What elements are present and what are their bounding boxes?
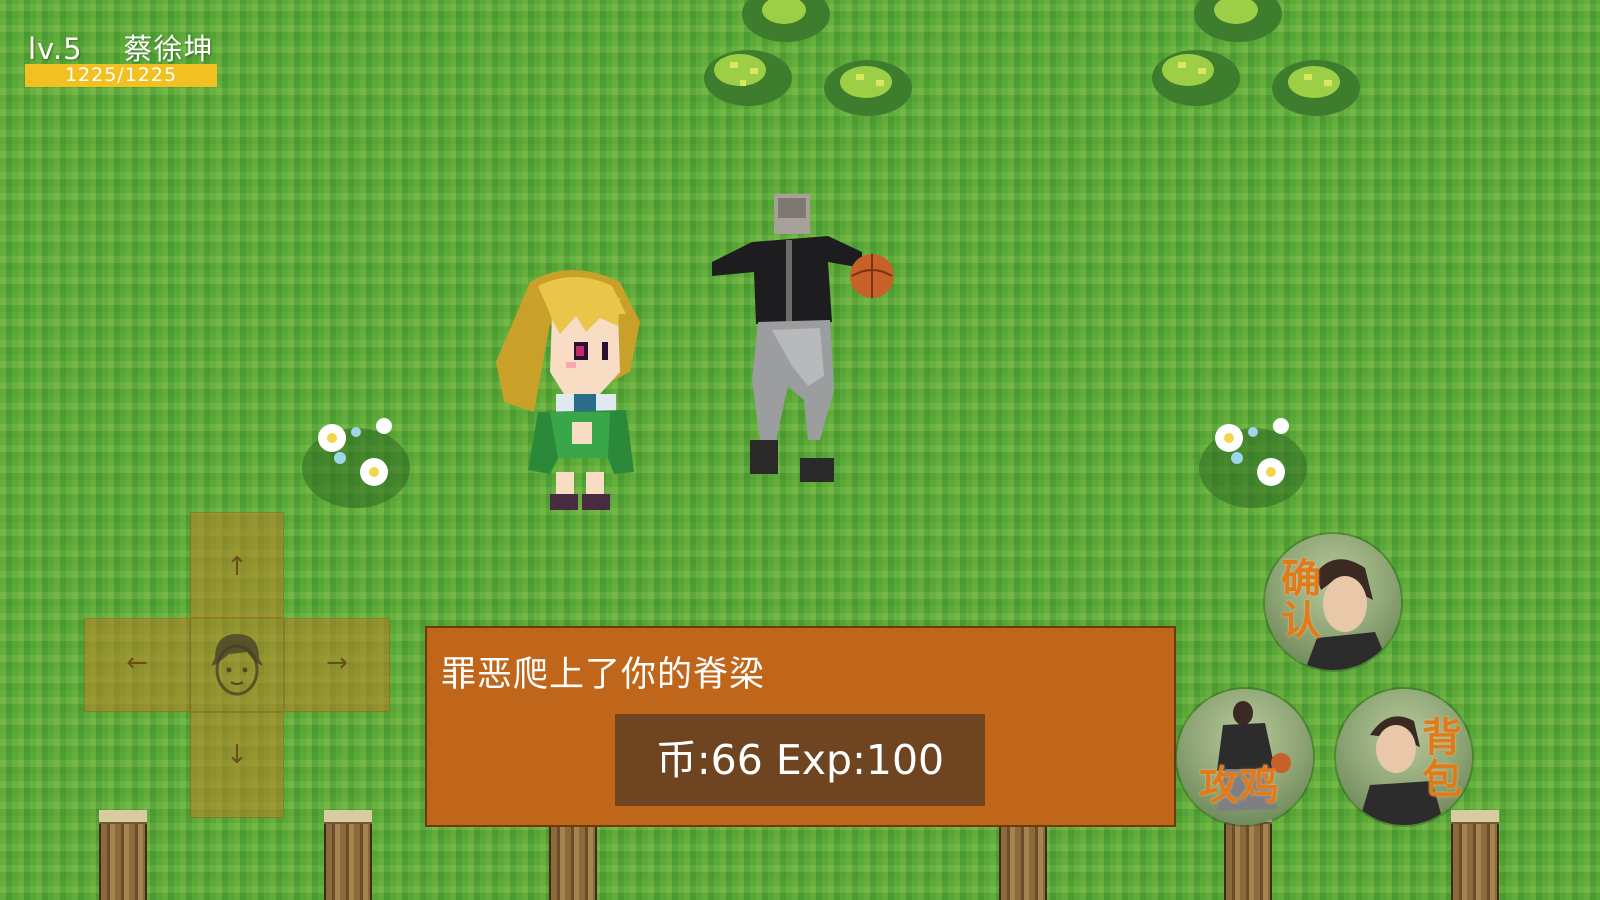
dialog-message: 罪恶爬上了你的脊梁: [441, 655, 766, 695]
bush-sprite: [1194, 0, 1282, 42]
player-name: 蔡徐坤: [123, 32, 214, 66]
reward-panel: 币:66 Exp:100: [615, 714, 985, 806]
bag-label: 背包: [1422, 715, 1462, 803]
hp-text: 1225/1225: [64, 64, 178, 86]
bush-sprite: [1272, 60, 1360, 116]
fence-post: [324, 810, 372, 900]
dpad-up-button[interactable]: ↑: [190, 512, 284, 618]
player-level: lv.5: [28, 32, 83, 66]
bush-sprite: [742, 0, 830, 42]
arrow-down-icon: ↓: [226, 740, 248, 770]
arrow-up-icon: ↑: [226, 552, 248, 582]
game-map: lv.5 蔡徐坤 1225/1225 ↑ ← → ↓ 罪恶爬上了你的脊梁 币:6…: [0, 0, 1600, 900]
flower-patch-left: [302, 418, 410, 508]
bush-sprite: [824, 60, 912, 116]
dpad[interactable]: ↑ ← → ↓: [84, 512, 390, 818]
message-dialog[interactable]: 罪恶爬上了你的脊梁 币:66 Exp:100: [425, 626, 1176, 827]
bush-sprite: [1152, 50, 1240, 106]
girl-character-sprite: [496, 270, 640, 510]
face-icon: [211, 634, 263, 696]
bag-button[interactable]: 背包: [1336, 689, 1472, 825]
dpad-center[interactable]: [190, 618, 284, 712]
dpad-down-button[interactable]: ↓: [190, 712, 284, 818]
arrow-right-icon: →: [326, 648, 348, 678]
attack-label: 攻鸡: [1199, 763, 1279, 809]
dpad-left-button[interactable]: ←: [84, 618, 190, 712]
confirm-label: 确认: [1281, 556, 1321, 644]
reward-text: 币:66 Exp:100: [655, 736, 945, 784]
attack-button[interactable]: 攻鸡: [1177, 689, 1313, 825]
hp-bar: 1225/1225: [25, 64, 217, 87]
arrow-left-icon: ←: [126, 648, 148, 678]
fence-post: [99, 810, 147, 900]
flower-patch-right: [1199, 418, 1307, 508]
basketball-player-sprite: [712, 194, 894, 482]
confirm-button[interactable]: 确认: [1265, 534, 1401, 670]
player-level-and-name: lv.5 蔡徐坤: [28, 26, 214, 68]
bush-sprite: [704, 50, 792, 106]
dpad-right-button[interactable]: →: [284, 618, 390, 712]
